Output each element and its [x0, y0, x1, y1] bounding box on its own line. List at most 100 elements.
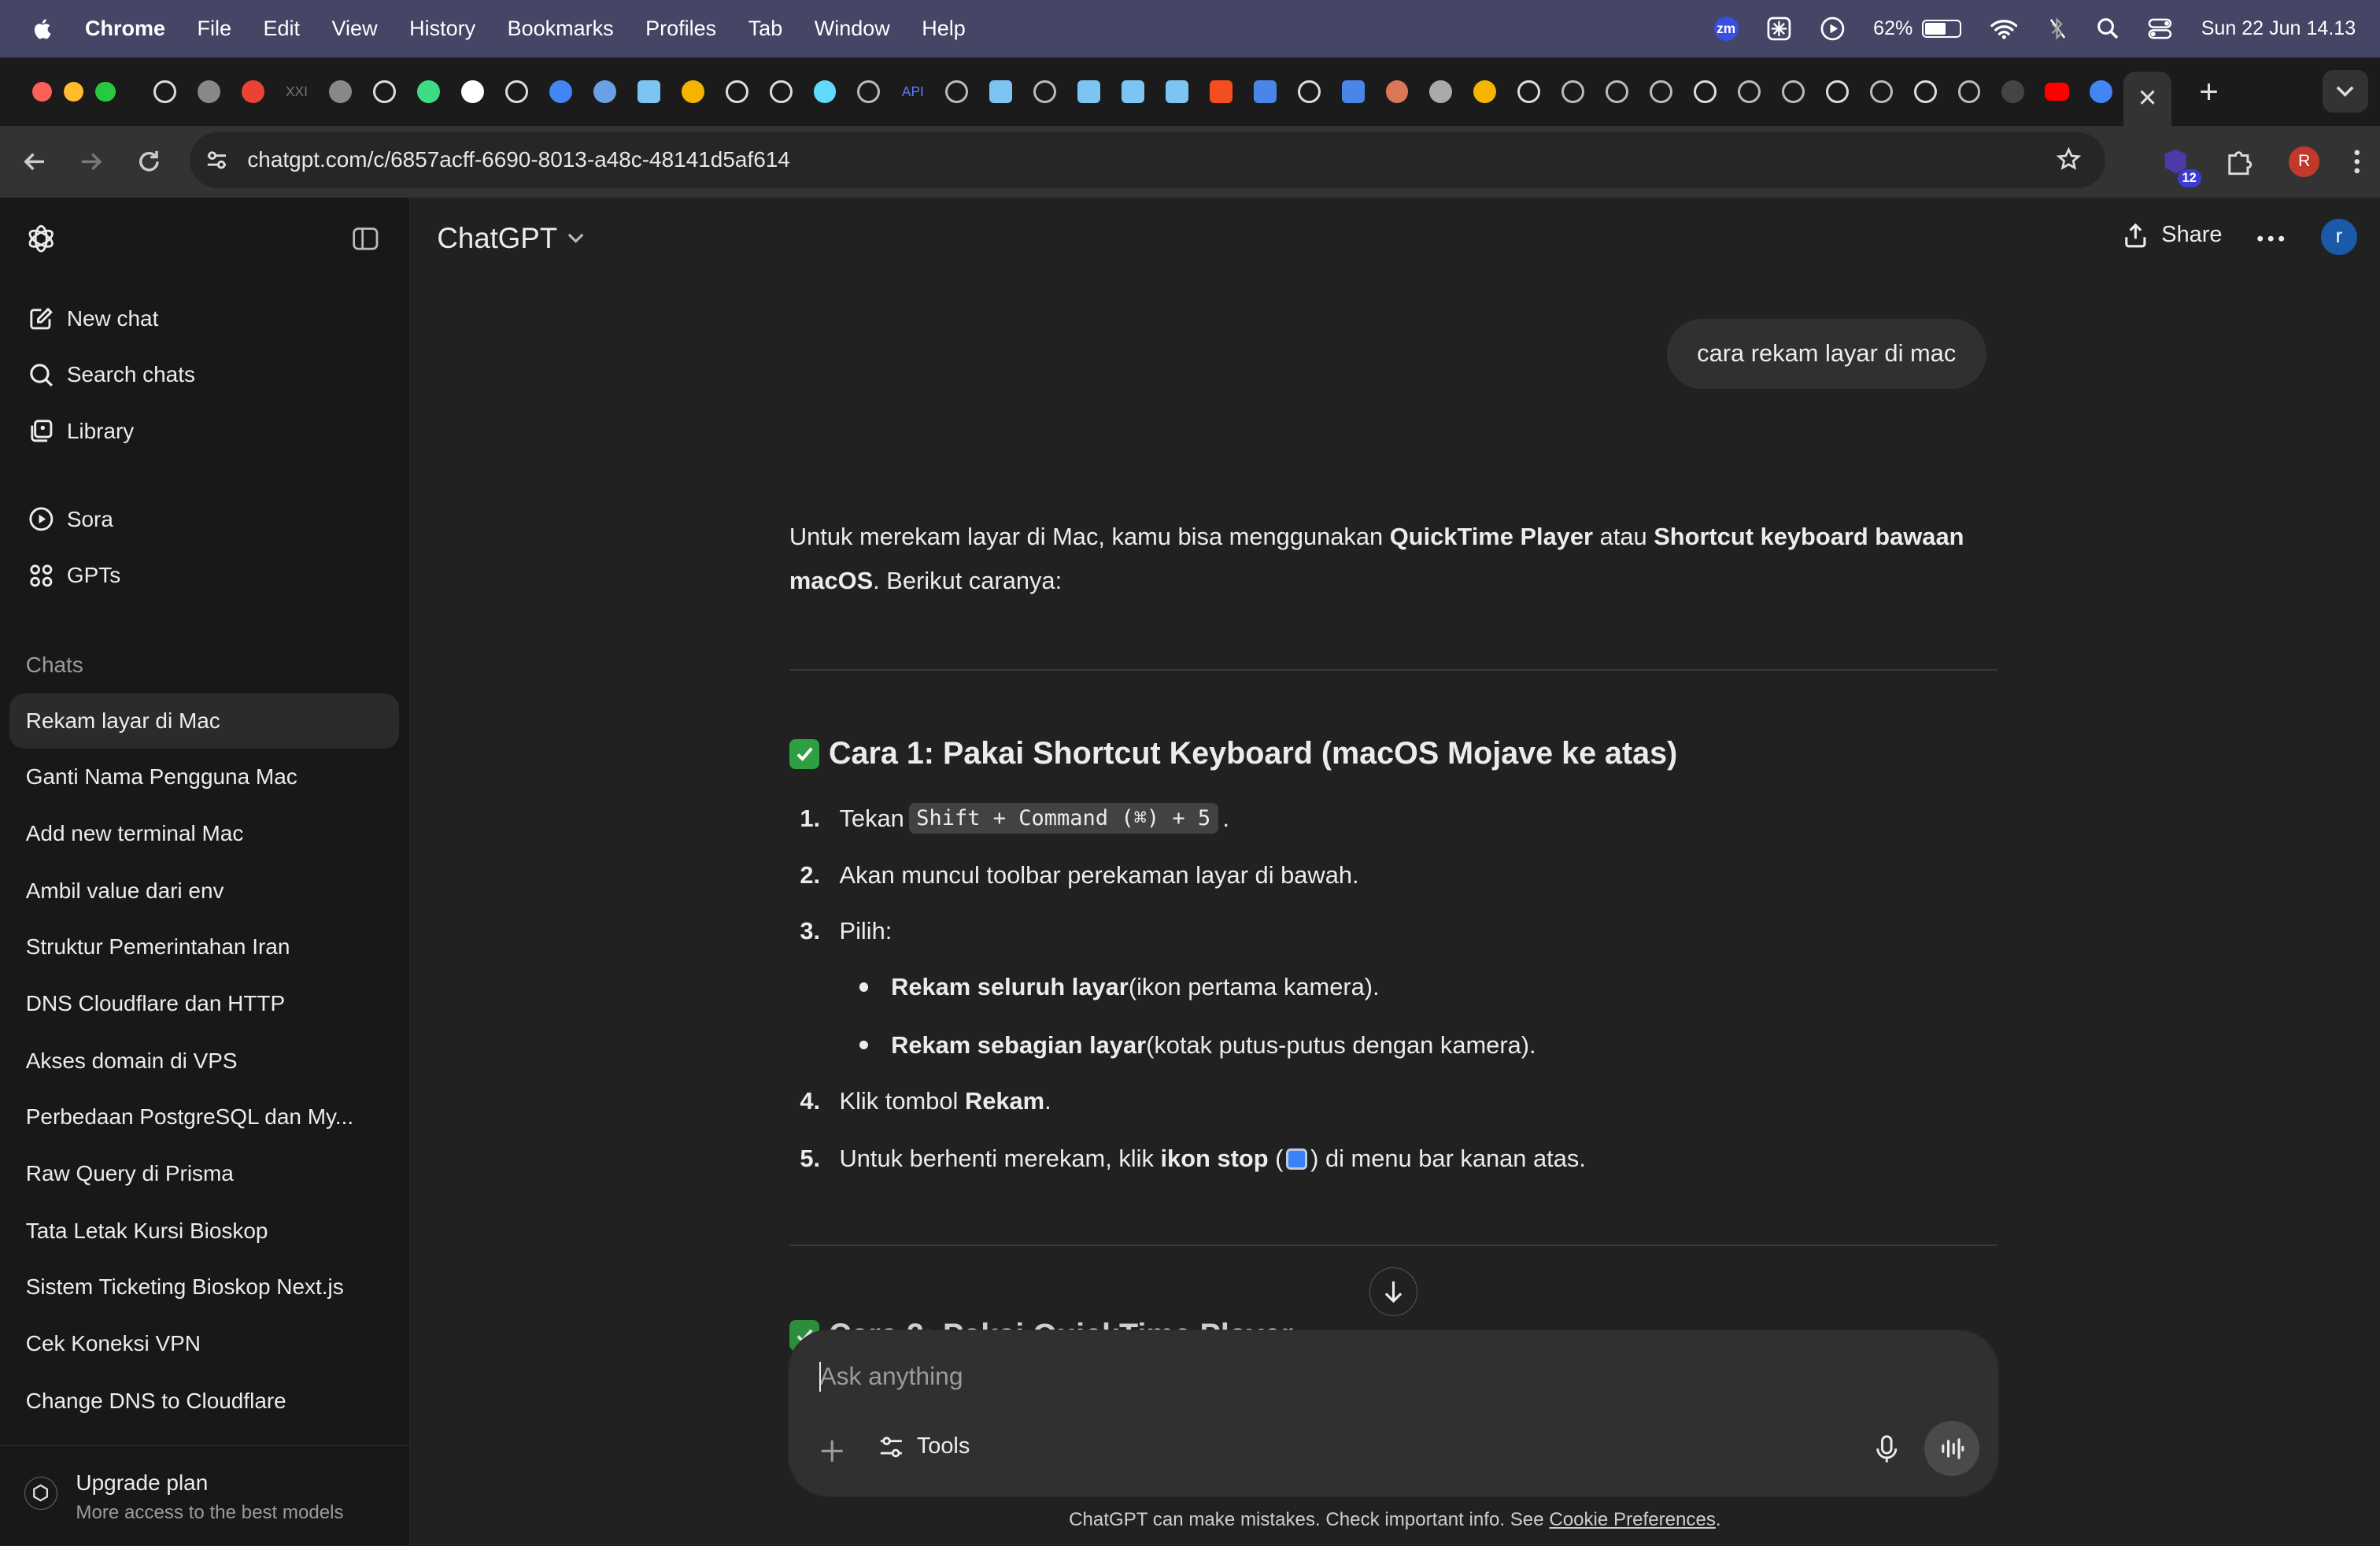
- play-icon[interactable]: [1820, 17, 1845, 41]
- pinned-tab[interactable]: [1287, 80, 1331, 104]
- forward-icon[interactable]: [77, 148, 105, 176]
- sidebar-item-library[interactable]: Library: [12, 404, 399, 458]
- pinned-tab[interactable]: [1947, 80, 1991, 104]
- app-name[interactable]: Chrome: [85, 17, 165, 41]
- url-text[interactable]: chatgpt.com/c/6857acff-6690-8013-a48c-48…: [247, 147, 790, 172]
- pinned-tab[interactable]: [1551, 80, 1595, 104]
- pinned-tab[interactable]: [979, 80, 1023, 104]
- reload-icon[interactable]: [135, 148, 163, 176]
- chat-item[interactable]: Struktur Pemerintahan Iran: [9, 920, 400, 975]
- sidebar-item-gpts[interactable]: GPTs: [12, 548, 399, 602]
- pinned-tab[interactable]: [363, 80, 407, 104]
- close-tab-icon[interactable]: ✕: [2138, 84, 2158, 113]
- zoom-window-button[interactable]: [95, 82, 116, 102]
- chat-item[interactable]: Tata Letak Kursi Bioskop: [9, 1204, 400, 1258]
- menu-tab[interactable]: Tab: [748, 17, 783, 41]
- pinned-tab[interactable]: [1463, 80, 1507, 104]
- chat-item-active[interactable]: Rekam layar di Mac: [9, 693, 400, 749]
- pinned-tab[interactable]: [626, 80, 671, 104]
- menu-window[interactable]: Window: [815, 17, 890, 41]
- pinned-tab[interactable]: [407, 80, 451, 104]
- pinned-tab[interactable]: [1111, 80, 1155, 104]
- pinned-tab[interactable]: [1375, 80, 1419, 104]
- close-window-button[interactable]: [31, 82, 52, 102]
- menu-view[interactable]: View: [332, 17, 378, 41]
- pinned-tab[interactable]: XXI: [275, 83, 319, 100]
- sidebar-item-search-chats[interactable]: Search chats: [12, 348, 399, 402]
- pinned-tab[interactable]: [142, 80, 187, 104]
- chat-item[interactable]: Sistem Ticketing Bioskop Next.js: [9, 1260, 400, 1315]
- tab-search-button[interactable]: [2322, 69, 2368, 113]
- model-selector[interactable]: ChatGPT: [437, 222, 584, 255]
- pinned-tab[interactable]: [1023, 80, 1067, 104]
- menu-bookmarks[interactable]: Bookmarks: [508, 17, 614, 41]
- sidebar-toggle-icon[interactable]: [351, 224, 380, 253]
- pinned-tab[interactable]: [1859, 80, 1903, 104]
- pinned-tab[interactable]: [1639, 80, 1683, 104]
- pinned-tab[interactable]: [935, 80, 979, 104]
- pinned-tab[interactable]: [671, 80, 715, 104]
- bluetooth-off-icon[interactable]: [2046, 17, 2068, 41]
- battery-indicator[interactable]: 62%: [1873, 17, 1962, 40]
- kebab-menu-icon[interactable]: [2352, 148, 2362, 176]
- sidebar-item-sora[interactable]: Sora: [12, 492, 399, 546]
- pinned-tab[interactable]: [715, 80, 759, 104]
- chat-item[interactable]: Ambil value dari env: [9, 864, 400, 918]
- prompt-input[interactable]: Ask anything: [819, 1362, 963, 1391]
- chat-item[interactable]: Akses domain di VPS: [9, 1034, 400, 1088]
- pinned-tab[interactable]: [231, 80, 275, 104]
- bookmark-star-icon[interactable]: [2057, 147, 2082, 172]
- chat-item[interactable]: DNS Cloudflare dan HTTP: [9, 976, 400, 1030]
- clock[interactable]: Sun 22 Jun 14.13: [2201, 17, 2356, 40]
- cookie-preferences-link[interactable]: Cookie Preferences: [1549, 1509, 1716, 1530]
- profile-avatar[interactable]: R: [2289, 146, 2319, 177]
- pinned-tab[interactable]: [1771, 80, 1815, 104]
- active-tab[interactable]: ✕: [2123, 71, 2172, 127]
- chat-item[interactable]: Raw Query di Prisma: [9, 1146, 400, 1200]
- menu-file[interactable]: File: [197, 17, 231, 41]
- pinned-tab[interactable]: [451, 80, 495, 104]
- menu-history[interactable]: History: [409, 17, 475, 41]
- puzzle-icon[interactable]: [2225, 146, 2256, 177]
- chat-item[interactable]: Ganti Nama Pengguna Mac: [9, 750, 400, 804]
- pinned-tab[interactable]: [582, 80, 626, 104]
- more-options-icon[interactable]: [2254, 222, 2287, 255]
- menu-profiles[interactable]: Profiles: [645, 17, 716, 41]
- pinned-tab[interactable]: [1507, 80, 1551, 104]
- pinned-tab[interactable]: [1199, 80, 1243, 104]
- control-center-icon[interactable]: [2148, 18, 2172, 39]
- plus-icon[interactable]: [817, 1436, 848, 1466]
- pinned-tab[interactable]: [1727, 80, 1771, 104]
- scroll-to-bottom-button[interactable]: [1369, 1267, 1418, 1317]
- pinned-tab[interactable]: [495, 80, 539, 104]
- share-button[interactable]: Share: [2122, 222, 2222, 250]
- pinned-tab[interactable]: [847, 80, 891, 104]
- pinned-tab[interactable]: [1815, 80, 1859, 104]
- tools-button[interactable]: Tools: [878, 1433, 970, 1461]
- menu-edit[interactable]: Edit: [264, 17, 301, 41]
- pinned-tab[interactable]: [1683, 80, 1728, 104]
- menu-help[interactable]: Help: [922, 17, 966, 41]
- pinned-tab[interactable]: [2079, 80, 2123, 104]
- upgrade-plan-button[interactable]: Upgrade plan More access to the best mod…: [0, 1445, 408, 1545]
- pinned-tab[interactable]: [319, 80, 363, 104]
- user-avatar[interactable]: r: [2320, 218, 2358, 255]
- pinned-tab[interactable]: [1331, 80, 1375, 104]
- chat-item[interactable]: Change DNS to Cloudflare: [9, 1374, 400, 1428]
- pinned-tab[interactable]: [1155, 80, 1199, 104]
- pinned-tab[interactable]: [1991, 80, 2035, 104]
- chat-item[interactable]: Perbedaan PostgreSQL dan My...: [9, 1090, 400, 1145]
- openai-logo-icon[interactable]: [24, 222, 57, 255]
- microphone-icon[interactable]: [1872, 1433, 1902, 1464]
- new-tab-button[interactable]: +: [2199, 73, 2219, 111]
- pinned-tab[interactable]: [187, 80, 231, 104]
- pinned-tab[interactable]: [2035, 83, 2079, 102]
- pinned-tab[interactable]: [539, 80, 583, 104]
- pinned-tab[interactable]: [803, 80, 847, 104]
- extension-button[interactable]: 12: [2159, 145, 2201, 188]
- chat-item[interactable]: Add new terminal Mac: [9, 806, 400, 860]
- apple-icon[interactable]: [31, 17, 55, 41]
- minimize-window-button[interactable]: [63, 82, 84, 102]
- voice-mode-button[interactable]: [1924, 1421, 1979, 1476]
- address-bar[interactable]: chatgpt.com/c/6857acff-6690-8013-a48c-48…: [190, 131, 2105, 189]
